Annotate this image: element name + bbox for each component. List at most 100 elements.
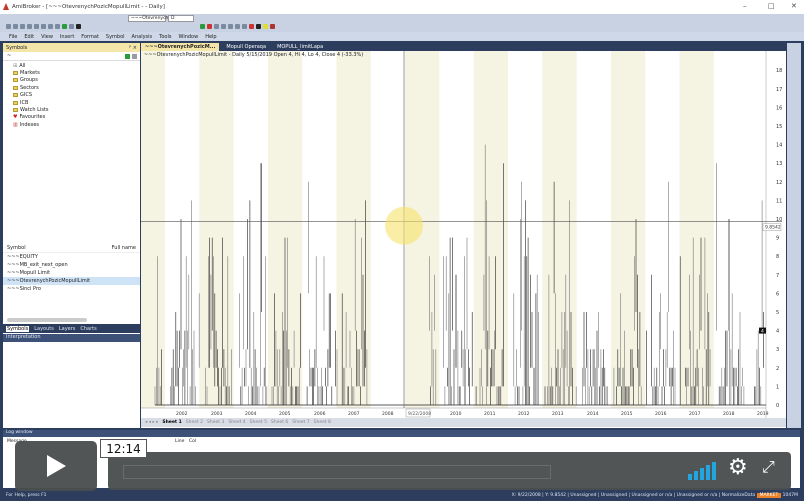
maximize-button[interactable]: □ bbox=[768, 2, 775, 10]
y-tick-label: 5 bbox=[776, 310, 779, 316]
menu-view[interactable]: View bbox=[41, 34, 53, 40]
tree-item-icb[interactable]: ICB bbox=[3, 99, 140, 106]
year-band bbox=[199, 51, 234, 408]
last-value: 4 bbox=[761, 329, 764, 335]
status-info: X: 9/22/2008 | Y: 9.8542 | Unassigned | … bbox=[511, 492, 756, 498]
folder-icon bbox=[13, 71, 18, 76]
close-button[interactable]: ✕ bbox=[791, 2, 797, 10]
symbol-row[interactable]: ~~~Mopull Limit bbox=[3, 269, 140, 277]
drawing-toolbar-icons[interactable] bbox=[200, 24, 277, 31]
play-button[interactable] bbox=[15, 441, 97, 491]
menu-file[interactable]: File bbox=[9, 34, 17, 40]
add-icon[interactable] bbox=[125, 54, 130, 59]
symbols-panel-header: Symbols ᵖ × bbox=[3, 43, 140, 52]
tree-item-groups[interactable]: Groups bbox=[3, 77, 140, 84]
menu-edit[interactable]: Edit bbox=[24, 34, 34, 40]
sheet-tab[interactable]: Sheet 4 bbox=[228, 420, 245, 425]
chart-tabs: ~~~OtevrenychPozicM... Mopull Operaqa MO… bbox=[141, 43, 786, 51]
symbol-row[interactable]: ~~~EQUITY bbox=[3, 253, 140, 261]
line-column-header[interactable]: Line bbox=[175, 439, 184, 444]
sheet-tab[interactable]: Sheet 7 bbox=[292, 420, 309, 425]
sheet-tab[interactable]: Sheet 3 bbox=[207, 420, 224, 425]
tree-item-indexes[interactable]: ▥ Indexes bbox=[3, 121, 140, 128]
x-tick-label: 2006 bbox=[314, 411, 326, 417]
menu-symbol[interactable]: Symbol bbox=[106, 34, 125, 40]
menu-help[interactable]: Help bbox=[205, 34, 216, 40]
y-tick-label: 17 bbox=[776, 87, 782, 93]
menu-analysis[interactable]: Analysis bbox=[132, 34, 153, 40]
y-tick-label: 9 bbox=[776, 236, 779, 242]
sheet-tab[interactable]: Sheet 8 bbox=[314, 420, 331, 425]
symbol-row-selected[interactable]: ~~~OtevrenychPozicMopullLimit bbox=[3, 277, 140, 285]
sheet-nav-arrows[interactable]: ◂ ◂ ▸ ▸ bbox=[145, 420, 158, 425]
minimize-button[interactable]: – bbox=[743, 2, 747, 10]
interval-combo[interactable]: D bbox=[168, 15, 194, 22]
x-tick-label: 2017 bbox=[689, 411, 701, 417]
y-tick-label: 8 bbox=[776, 254, 779, 260]
menu-insert[interactable]: Insert bbox=[60, 34, 74, 40]
tree-item-all[interactable]: ⊞ All bbox=[3, 62, 140, 69]
fullscreen-icon[interactable]: ⤢ bbox=[762, 459, 775, 475]
cursor-highlight bbox=[385, 206, 423, 245]
col-column-header[interactable]: Col bbox=[189, 439, 196, 444]
sheet-tab[interactable]: Sheet 1 bbox=[162, 420, 181, 425]
title-bar: AmiBroker - [~~~OtevrenychPozicMopullLim… bbox=[0, 0, 804, 14]
drawing-tools-toolbar[interactable] bbox=[787, 43, 801, 428]
category-tree: ⊞ All Markets Groups Sectors GICS ICB Wat… bbox=[3, 62, 140, 129]
folder-icon bbox=[13, 100, 18, 105]
menu-format[interactable]: Format bbox=[81, 34, 99, 40]
y-tick-label: 18 bbox=[776, 68, 782, 74]
sheet-tab[interactable]: Sheet 6 bbox=[271, 420, 288, 425]
horizontal-scrollbar[interactable] bbox=[7, 318, 87, 322]
tree-item-watch-lists[interactable]: Watch Lists bbox=[3, 106, 140, 113]
chart-tab-otevrenych[interactable]: ~~~OtevrenychPozicM... bbox=[141, 43, 220, 51]
chart-tab-mopull-limitlapa[interactable]: MOPULL_limitLapa bbox=[273, 43, 327, 51]
standard-toolbar-icons[interactable] bbox=[6, 24, 83, 31]
x-tick-label: 2003 bbox=[211, 411, 223, 417]
toolbar: ~~~Otevrenych D bbox=[0, 14, 804, 33]
tab-symbols[interactable]: Symbols bbox=[6, 325, 30, 332]
tree-item-markets[interactable]: Markets bbox=[3, 69, 140, 76]
fullname-column-header[interactable]: Full name bbox=[112, 245, 136, 252]
view-icon[interactable] bbox=[132, 54, 137, 59]
sheet-tab[interactable]: Sheet 5 bbox=[250, 420, 267, 425]
crosshair-date: 9/22/2008 bbox=[408, 411, 431, 417]
pin-close-icons[interactable]: ᵖ × bbox=[129, 45, 137, 51]
y-tick-label: 3 bbox=[776, 347, 779, 353]
symbol-list-header: Symbol Full name bbox=[3, 245, 140, 253]
tree-item-favourites[interactable]: ♥ Favourites bbox=[3, 114, 140, 121]
folder-icon bbox=[13, 93, 18, 98]
symbol-column-header[interactable]: Symbol bbox=[7, 245, 26, 252]
tab-charts[interactable]: Charts bbox=[80, 326, 96, 332]
index-icon: ▥ bbox=[13, 121, 18, 128]
tree-item-sectors[interactable]: Sectors bbox=[3, 84, 140, 91]
symbol-row[interactable]: ~~~Sinci Pro bbox=[3, 285, 140, 293]
video-progress-track[interactable] bbox=[123, 465, 551, 479]
x-tick-label: 2013 bbox=[552, 411, 564, 417]
settings-gear-icon[interactable]: ⚙ bbox=[728, 457, 748, 479]
chart-tab-mopull-operaqa[interactable]: Mopull Operaqa bbox=[222, 43, 270, 51]
x-tick-label: 2004 bbox=[245, 411, 257, 417]
x-tick-label: 2008 bbox=[382, 411, 394, 417]
tab-layers[interactable]: Layers bbox=[59, 326, 76, 332]
price-chart[interactable]: 01234567891011121314151617182002 2003 2004… bbox=[141, 51, 786, 418]
all-icon: ⊞ bbox=[13, 62, 18, 69]
panel-tabs: Symbols Layouts Layers Charts bbox=[3, 324, 140, 333]
market-badge: MARKET bbox=[756, 492, 782, 498]
time-tooltip: 12:14 bbox=[100, 439, 147, 458]
menu-tools[interactable]: Tools bbox=[159, 34, 171, 40]
y-tick-label: 12 bbox=[776, 180, 782, 186]
symbol-combo[interactable]: ~~~Otevrenych bbox=[128, 15, 168, 22]
symbol-row[interactable]: ~~~MB_exit_next_open bbox=[3, 261, 140, 269]
menu-window[interactable]: Window bbox=[178, 34, 198, 40]
tree-item-gics[interactable]: GICS bbox=[3, 92, 140, 99]
symbol-filter-input[interactable]: ~ bbox=[3, 52, 140, 61]
x-tick-label: 2015 bbox=[621, 411, 633, 417]
sheet-tab[interactable]: Sheet 2 bbox=[186, 420, 203, 425]
tab-layouts[interactable]: Layouts bbox=[34, 326, 54, 332]
y-tick-label: 1 bbox=[776, 384, 779, 390]
volume-icon[interactable] bbox=[688, 462, 718, 480]
interpretation-header: Interpretation bbox=[3, 334, 140, 342]
sheet-tabs: ◂ ◂ ▸ ▸ Sheet 1 Sheet 2 Sheet 3 Sheet 4 … bbox=[141, 418, 786, 427]
app-logo-icon bbox=[3, 3, 9, 10]
